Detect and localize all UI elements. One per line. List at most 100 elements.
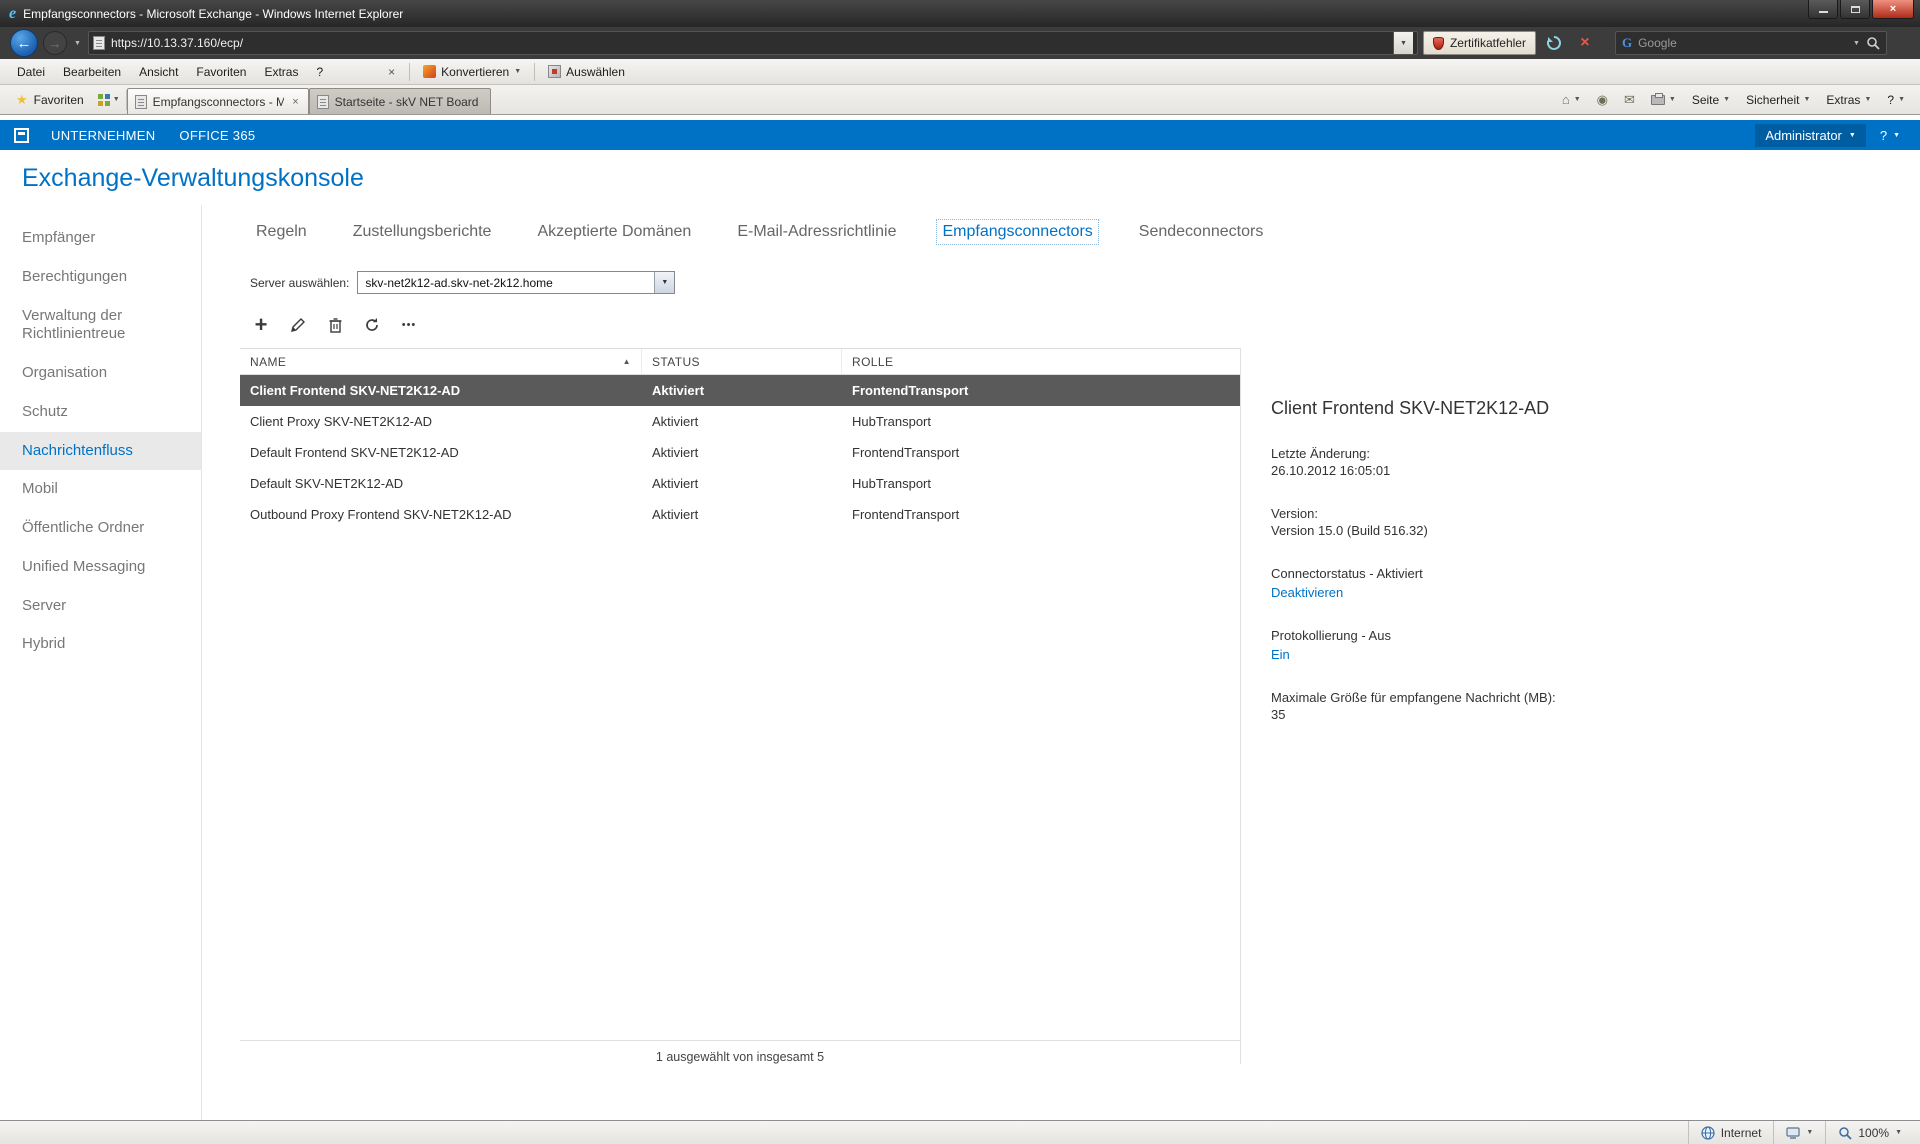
back-button[interactable]: ← [10,29,38,57]
cell-role: HubTransport [842,468,1240,499]
certificate-error-button[interactable]: Zertifikatfehler [1423,31,1536,55]
command-bar: ⌂ ▼ ◉ ✉ ▼ Seite ▼ Sicherheit ▼ Extras ▼ … [1555,88,1912,112]
chevron-down-icon: ▼ [1574,96,1581,103]
sidebar-item-mobil[interactable]: Mobil [0,470,201,509]
sidebar-item-schutz[interactable]: Schutz [0,393,201,432]
more-options-button[interactable]: ••• [398,314,420,336]
convert-button[interactable]: Konvertieren ▼ [416,62,528,82]
tools-menu-label: Extras [1826,93,1860,107]
minimize-button[interactable] [1808,0,1838,19]
column-header-status[interactable]: STATUS [642,349,842,374]
refresh-button[interactable] [1541,30,1567,56]
column-header-rolle[interactable]: ROLLE [842,349,1240,374]
edit-button[interactable] [287,314,309,336]
table-row[interactable]: Client Frontend SKV-NET2K12-AD Aktiviert… [240,375,1240,406]
logging-on-link[interactable]: Ein [1271,646,1290,663]
cell-role: FrontendTransport [842,375,1240,406]
menu-help[interactable]: ? [307,61,332,83]
home-button[interactable]: ⌂ ▼ [1555,88,1588,111]
refresh-list-button[interactable] [361,314,383,336]
server-select-label: Server auswählen: [250,276,349,290]
menu-ansicht[interactable]: Ansicht [130,61,187,83]
server-select[interactable]: skv-net2k12-ad.skv-net-2k12.home ▼ [357,271,675,294]
tab-regeln[interactable]: Regeln [250,219,313,245]
url-dropdown-button[interactable]: ▼ [1393,32,1413,54]
sidebar-item-unified-messaging[interactable]: Unified Messaging [0,548,201,587]
sidebar-item-empfaenger[interactable]: Empfänger [0,219,201,258]
select-button[interactable]: Auswählen [541,62,632,82]
menu-favoriten[interactable]: Favoriten [187,61,255,83]
tab-close-icon[interactable]: × [290,96,300,108]
stop-button[interactable]: × [1572,30,1598,56]
convert-icon [423,65,436,78]
zoom-control[interactable]: 100% ▼ [1825,1121,1914,1144]
sidebar-item-hybrid[interactable]: Hybrid [0,625,201,664]
search-icon[interactable] [1866,36,1880,50]
user-menu-button[interactable]: Administrator ▼ [1755,124,1866,147]
table-row[interactable]: Outbound Proxy Frontend SKV-NET2K12-AD A… [240,499,1240,530]
page-icon [93,36,105,50]
print-button[interactable]: ▼ [1644,91,1683,109]
tab-sendeconnectors[interactable]: Sendeconnectors [1133,219,1270,245]
sidebar-item-organisation[interactable]: Organisation [0,354,201,393]
column-header-name[interactable]: NAME ▲ [240,349,642,374]
protected-mode-button[interactable]: ▼ [1773,1121,1825,1144]
tab-akzeptierte-domaenen[interactable]: Akzeptierte Domänen [531,219,697,245]
max-size-value: 35 [1271,706,1890,723]
read-mail-button[interactable]: ✉ [1617,88,1642,112]
maximize-button[interactable] [1840,0,1870,19]
menu-datei[interactable]: Datei [8,61,54,83]
sidebar-item-oeffentliche-ordner[interactable]: Öffentliche Ordner [0,509,201,548]
sidebar-item-nachrichtenfluss[interactable]: Nachrichtenfluss [0,432,201,471]
quick-tabs-button[interactable]: ▼ [92,90,127,110]
main-area: Regeln Zustellungsberichte Akzeptierte D… [202,205,1920,1120]
page-menu-button[interactable]: Seite ▼ [1685,89,1737,111]
search-input[interactable] [1638,36,1847,50]
nav-unternehmen[interactable]: UNTERNEHMEN [39,128,167,143]
add-button[interactable]: + [250,314,272,336]
favorites-button[interactable]: ★ Favoriten [8,88,92,112]
deactivate-link[interactable]: Deaktivieren [1271,584,1343,601]
back-icon: ← [17,35,32,52]
browser-tab-active[interactable]: Empfangsconnectors - Mi... × [127,88,309,114]
table-row[interactable]: Default Frontend SKV-NET2K12-AD Aktivier… [240,437,1240,468]
printer-icon [1651,95,1665,105]
help-menu-button[interactable]: ? ▼ [1870,124,1910,147]
window-titlebar: e Empfangsconnectors - Microsoft Exchang… [0,0,1920,27]
forward-icon: → [49,36,62,51]
security-zone-indicator[interactable]: Internet [1688,1121,1774,1144]
sidebar-item-richtlinientreue[interactable]: Verwaltung der Richtlinientreue [0,297,201,355]
cell-name: Outbound Proxy Frontend SKV-NET2K12-AD [240,499,642,530]
menu-extras[interactable]: Extras [255,61,307,83]
minimize-icon [1819,11,1828,13]
toolbar-close-button[interactable]: × [380,63,403,81]
tab-zustellungsberichte[interactable]: Zustellungsberichte [347,219,498,245]
connector-status-block: Connectorstatus - Aktiviert Deaktivieren [1271,565,1890,601]
convert-label: Konvertieren [441,65,509,79]
safety-menu-button[interactable]: Sicherheit ▼ [1739,89,1817,111]
nav-office365[interactable]: OFFICE 365 [167,128,267,143]
browser-tab-inactive[interactable]: Startseite - skV NET Board [309,88,491,114]
tools-menu-button[interactable]: Extras ▼ [1819,89,1878,111]
recent-pages-dropdown[interactable]: ▼ [72,40,83,47]
menu-bearbeiten[interactable]: Bearbeiten [54,61,130,83]
table-row[interactable]: Client Proxy SKV-NET2K12-AD Aktiviert Hu… [240,406,1240,437]
sidebar-item-berechtigungen[interactable]: Berechtigungen [0,258,201,297]
url-field[interactable]: https://10.13.37.160/ecp/ ▼ [88,31,1418,55]
version-label: Version: [1271,505,1890,522]
help-menu-button[interactable]: ? ▼ [1880,89,1912,111]
sidebar-item-server[interactable]: Server [0,587,201,626]
close-button[interactable]: × [1872,0,1914,19]
ie-icon: e [9,5,16,23]
delete-button[interactable] [324,314,346,336]
tab-empfangsconnectors[interactable]: Empfangsconnectors [936,219,1098,245]
stop-icon: × [1580,34,1589,52]
forward-button[interactable]: → [43,31,67,55]
selection-summary: 1 ausgewählt von insgesamt 5 [240,1040,1240,1064]
tab-email-adressrichtlinie[interactable]: E-Mail-Adressrichtlinie [731,219,902,245]
search-provider-dropdown[interactable]: ▼ [1853,40,1860,47]
search-box[interactable]: G ▼ [1615,31,1887,55]
cell-name: Default Frontend SKV-NET2K12-AD [240,437,642,468]
feeds-button[interactable]: ◉ [1590,88,1615,112]
table-row[interactable]: Default SKV-NET2K12-AD Aktiviert HubTran… [240,468,1240,499]
